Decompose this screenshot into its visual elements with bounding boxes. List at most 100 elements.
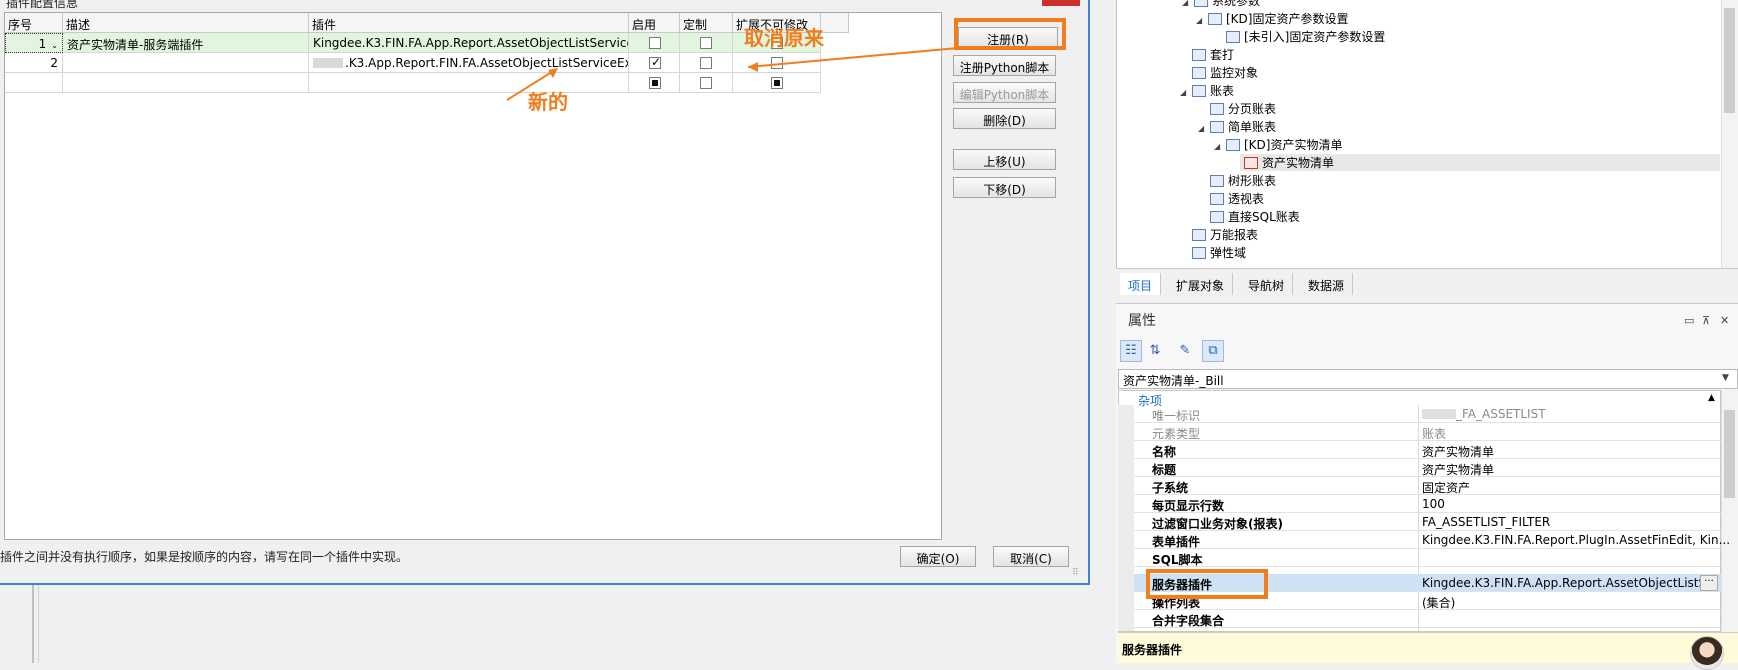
cancel-button[interactable]: 取消(C) [993,546,1069,567]
move-down-button[interactable]: 下移(D) [953,177,1056,198]
tree-node-label: 简单账表 [1228,120,1277,134]
ok-button[interactable]: 确定(O) [900,546,976,567]
blurred-redaction [1422,409,1456,419]
property-name: 名称 [1152,445,1177,459]
form-icon [1226,31,1240,43]
tree-node-paged-report[interactable]: 分页账表 [1210,100,1276,117]
flex-field-icon [1192,247,1206,259]
tree-node-label: [KD]固定资产参数设置 [1226,12,1349,26]
tab-nav-tree[interactable]: 导航树 [1240,273,1294,295]
annotation-box-server-plugin [1146,569,1268,599]
tree-node-label: 账表 [1210,84,1235,98]
tree-node-label: 资产实物清单 [1262,156,1335,170]
tree-node-sql-report[interactable]: 直接SQL账表 [1210,208,1300,225]
collapse-icon[interactable]: ◢ [1198,124,1208,133]
tree-node-label: 透视表 [1228,192,1265,206]
tree-node-label: 直接SQL账表 [1228,210,1300,224]
tree-node-pivot[interactable]: 透视表 [1210,190,1264,207]
tree-node-monitor[interactable]: 监控对象 [1192,64,1258,81]
chevron-down-icon[interactable]: ▼ [1722,373,1729,383]
underlying-window-edge-2 [38,585,39,663]
extension-icon [1244,157,1258,169]
form-icon [1226,139,1240,151]
avatar[interactable] [1690,636,1724,670]
collapse-icon[interactable]: ◢ [1180,88,1190,97]
tree-scrollbar-thumb[interactable] [1724,8,1735,113]
property-name: 唯一标识 [1152,409,1201,423]
move-up-button[interactable]: 上移(U) [953,149,1056,170]
property-pages-icon[interactable]: ✎ [1174,340,1196,362]
tree-node-unimported-fa-params[interactable]: [未引入]固定资产参数设置 [1226,28,1385,45]
tree-node-simple-report[interactable]: ◢ 简单账表 [1198,118,1276,135]
property-name: 子系统 [1152,481,1189,495]
properties-title: 属性 [1128,313,1156,329]
tree-node-system-params[interactable]: ◢ 系统参数 [1182,0,1260,9]
collapse-icon[interactable]: ◢ [1182,0,1192,7]
tab-extension-objects[interactable]: 扩展对象 [1168,273,1234,295]
report-icon [1192,85,1206,97]
tree-node-universal-report[interactable]: 万能报表 [1192,226,1258,243]
annotation-arrows [506,47,959,101]
print-template-icon [1192,49,1206,61]
tree-node-label: 弹性域 [1210,246,1247,260]
tab-project[interactable]: 项目 [1120,273,1162,295]
property-name: 标题 [1152,463,1177,477]
tree-report-icon [1210,175,1224,187]
tree-node-label: 系统参数 [1212,0,1261,8]
categorized-icon[interactable]: ☷ [1120,340,1142,362]
underlying-window-edge [32,585,34,663]
object-select[interactable]: 资产实物清单-_Bill [1118,369,1738,389]
universal-report-icon [1192,229,1206,241]
property-grid-gutter [1118,405,1134,631]
property-grid-scrollbar-thumb[interactable] [1724,410,1735,498]
collapse-icon[interactable]: ◢ [1196,16,1206,25]
tree-node-tree-report[interactable]: 树形账表 [1210,172,1276,189]
pin-icon[interactable]: ⊼ [1702,314,1710,327]
tree-node-kd-asset-list[interactable]: ◢ [KD]资产实物清单 [1214,136,1342,153]
panel-tabs: 项目 扩展对象 导航树 数据源 [1116,268,1738,296]
tree-node-asset-list[interactable]: 资产实物清单 [1244,154,1334,171]
tree-node-label: 树形账表 [1228,174,1277,188]
tree-node-kd-fa-params[interactable]: ◢ [KD]固定资产参数设置 [1196,10,1348,27]
ellipsis-button[interactable]: ··· [1700,575,1718,591]
tree-node-label: 万能报表 [1210,228,1259,242]
property-value[interactable]: Kingdee.K3.FIN.FA.Report.PlugIn.AssetFin… [1422,533,1730,547]
monitor-icon [1192,67,1206,79]
property-value[interactable]: (集合) [1422,594,1455,611]
property-value-text: _FA_ASSETLIST [1456,407,1546,421]
tree-node-label: [KD]资产实物清单 [1244,138,1343,152]
sql-report-icon [1210,211,1224,223]
tree-node-label: 监控对象 [1210,66,1259,80]
property-value[interactable]: 资产实物清单 [1422,443,1494,460]
property-value: _FA_ASSETLIST [1422,407,1546,421]
close-icon[interactable]: ✕ [1720,314,1729,327]
property-value[interactable]: 固定资产 [1422,479,1470,496]
restore-icon[interactable]: ▭ [1684,314,1694,327]
property-value[interactable]: Kingdee.K3.FIN.FA.App.Report.AssetObject… [1422,576,1718,590]
property-name: 表单插件 [1152,535,1201,549]
tree-node-print[interactable]: 套打 [1192,46,1234,63]
property-name: 元素类型 [1152,427,1201,441]
form-icon [1208,13,1222,25]
tab-data-source[interactable]: 数据源 [1300,273,1354,295]
property-name: 每页显示行数 [1152,499,1225,513]
property-description-bar [1118,632,1738,663]
property-name: SQL脚本 [1152,553,1203,567]
tree-node-label: 分页账表 [1228,102,1277,116]
collapse-icon[interactable]: ◢ [1214,142,1224,151]
paged-report-icon [1210,103,1224,115]
property-row-sql-script[interactable] [1134,549,1721,567]
property-value[interactable]: 100 [1422,497,1445,511]
simple-report-icon [1210,121,1224,133]
property-value[interactable]: 资产实物清单 [1422,461,1494,478]
plugin-order-note: 插件之间并没有执行顺序，如果是按顺序的内容，请写在同一个插件中实现。 [0,550,409,564]
collapse-category-icon[interactable]: ▲ [1708,393,1715,403]
resize-grip-icon[interactable]: ⠿ [1072,568,1082,578]
property-value[interactable]: FA_ASSETLIST_FILTER [1422,515,1550,529]
property-name: 合并字段集合 [1152,614,1225,628]
tree-node-reports[interactable]: ◢ 账表 [1180,82,1234,99]
sort-az-icon[interactable]: ⇅ [1144,340,1166,362]
events-icon[interactable]: ⧉ [1202,340,1224,362]
property-name: 过滤窗口业务对象(报表) [1152,517,1283,531]
tree-node-flex-field[interactable]: 弹性域 [1192,244,1246,261]
